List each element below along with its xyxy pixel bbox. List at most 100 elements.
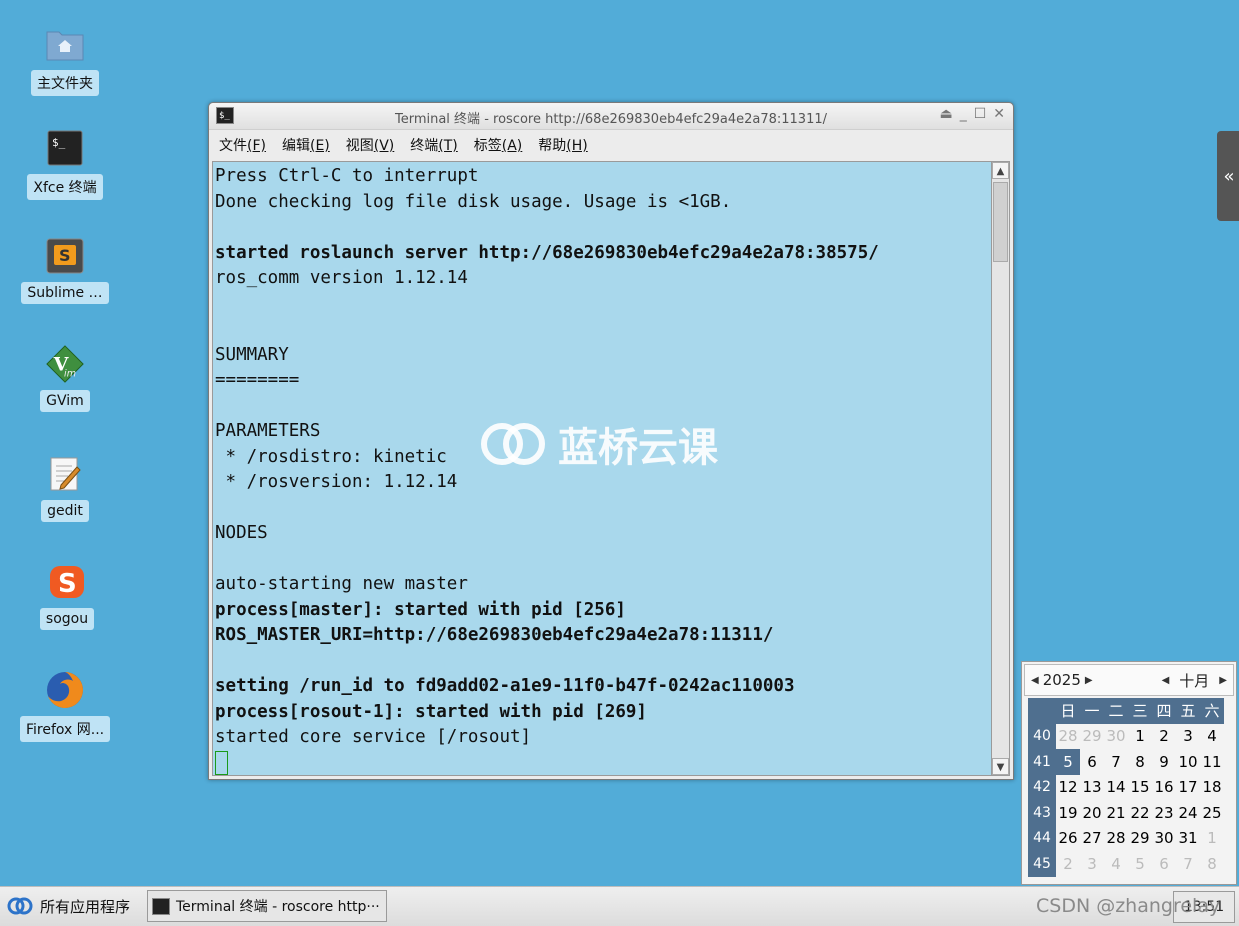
calendar-day[interactable]: 22 — [1128, 800, 1152, 826]
terminal-line: Press Ctrl-C to interrupt — [215, 166, 479, 186]
calendar-day[interactable]: 15 — [1128, 775, 1152, 801]
desktop-icon-sublime[interactable]: S Sublime … — [20, 236, 110, 304]
terminal-line: Done checking log file disk usage. Usage… — [215, 191, 732, 212]
calendar-day[interactable]: 1 — [1128, 724, 1152, 750]
prev-year-icon[interactable]: ◀ — [1031, 675, 1039, 686]
calendar-day[interactable]: 8 — [1200, 851, 1224, 877]
weekday-header: 三 — [1128, 698, 1152, 724]
terminal-line: ======== — [215, 370, 300, 390]
calendar-day[interactable]: 5 — [1128, 851, 1152, 877]
calendar-day[interactable]: 24 — [1176, 800, 1200, 826]
scrollbar-thumb[interactable] — [993, 182, 1008, 262]
menu-edit[interactable]: 编辑(E) — [282, 135, 330, 155]
calendar-day[interactable]: 26 — [1056, 826, 1080, 852]
calendar-day[interactable]: 31 — [1176, 826, 1200, 852]
desktop-icon-firefox[interactable]: Firefox 网... — [20, 670, 111, 742]
calendar-day[interactable]: 17 — [1176, 775, 1200, 801]
vim-icon: Vim — [45, 344, 85, 384]
terminal-line: started core service [/rosout] — [215, 727, 532, 747]
terminal-line: setting /run_id to fd9add02-a1e9-11f0-b4… — [215, 676, 795, 696]
terminal-line: ros_comm version 1.12.14 — [215, 268, 468, 288]
calendar-month: 十月 — [1179, 671, 1210, 690]
terminal-line: process[master]: started with pid [256] — [215, 599, 626, 620]
calendar-grid: 日一二三四五六 40 28 29 30 1 2 3 4 41 5 6 7 8 9 10 11 42 12 13 14 15… — [1028, 698, 1224, 877]
desktop-icon-sogou[interactable]: S sogou — [22, 562, 112, 630]
calendar-popup: ◀ 2025 ▶ ◀ 十月 ▶ 日一二三四五六 40 28 29 30 1 2 3 4 41 5 6 7… — [1021, 661, 1237, 885]
applications-menu-button[interactable]: 所有应用程序 — [6, 893, 130, 919]
desktop-icon-home[interactable]: 主文件夹 — [20, 24, 110, 96]
maximize-icon[interactable]: ☐ — [974, 106, 987, 122]
calendar-day[interactable]: 10 — [1176, 749, 1200, 775]
menu-tabs[interactable]: 标签(A) — [474, 135, 523, 155]
week-number-header — [1028, 698, 1056, 724]
vertical-scrollbar[interactable]: ▲ ▼ — [991, 161, 1010, 776]
desktop-icon-label: Sublime … — [21, 282, 109, 304]
calendar-day[interactable]: 21 — [1104, 800, 1128, 826]
calendar-day[interactable]: 27 — [1080, 826, 1104, 852]
calendar-day[interactable]: 4 — [1104, 851, 1128, 877]
terminal-line: process[rosout-1]: started with pid [269… — [215, 701, 647, 722]
calendar-day[interactable]: 8 — [1128, 749, 1152, 775]
desktop-icon-label: sogou — [39, 608, 95, 630]
calendar-day[interactable]: 2 — [1152, 724, 1176, 750]
side-panel-toggle[interactable]: « — [1217, 131, 1239, 221]
week-number: 41 — [1028, 749, 1056, 775]
menu-file[interactable]: 文件(F) — [219, 135, 266, 155]
calendar-day[interactable]: 19 — [1056, 800, 1080, 826]
calendar-day[interactable]: 9 — [1152, 749, 1176, 775]
calendar-day[interactable]: 11 — [1200, 749, 1224, 775]
calendar-day[interactable]: 28 — [1056, 724, 1080, 750]
calendar-day[interactable]: 25 — [1200, 800, 1224, 826]
desktop-icon-gvim[interactable]: Vim GVim — [20, 344, 110, 412]
calendar-day[interactable]: 29 — [1080, 724, 1104, 750]
calendar-day[interactable]: 16 — [1152, 775, 1176, 801]
calendar-day[interactable]: 14 — [1104, 775, 1128, 801]
scroll-up-icon[interactable]: ▲ — [992, 162, 1009, 179]
calendar-day[interactable]: 20 — [1080, 800, 1104, 826]
calendar-day[interactable]: 18 — [1200, 775, 1224, 801]
desktop-icon-gedit[interactable]: gedit — [20, 454, 110, 522]
calendar-day[interactable]: 7 — [1176, 851, 1200, 877]
calendar-day[interactable]: 3 — [1176, 724, 1200, 750]
calendar-day[interactable]: 12 — [1056, 775, 1080, 801]
lanqiao-logo-icon — [481, 423, 545, 465]
calendar-day[interactable]: 23 — [1152, 800, 1176, 826]
close-icon[interactable]: ✕ — [993, 106, 1005, 122]
terminal-cursor — [215, 750, 228, 775]
calendar-day-today[interactable]: 5 — [1056, 749, 1080, 775]
calendar-day[interactable]: 29 — [1128, 826, 1152, 852]
firefox-icon — [45, 670, 85, 710]
calendar-day[interactable]: 28 — [1104, 826, 1128, 852]
next-month-icon[interactable]: ▶ — [1219, 675, 1227, 686]
calendar-day[interactable]: 6 — [1080, 749, 1104, 775]
taskbar-item-terminal[interactable]: Terminal 终端 - roscore http··· — [147, 890, 387, 922]
minimize-icon[interactable]: _ — [960, 106, 967, 122]
menu-terminal[interactable]: 终端(T) — [410, 135, 457, 155]
prev-month-icon[interactable]: ◀ — [1162, 675, 1170, 686]
calendar-day[interactable]: 6 — [1152, 851, 1176, 877]
calendar-day[interactable]: 3 — [1080, 851, 1104, 877]
window-titlebar[interactable]: $_ Terminal 终端 - roscore http://68e26983… — [209, 103, 1013, 130]
shade-icon[interactable]: ⏏ — [939, 106, 952, 122]
desktop-icon-xfce-terminal[interactable]: $_ Xfce 终端 — [20, 128, 110, 200]
week-number: 40 — [1028, 723, 1056, 749]
menu-help[interactable]: 帮助(H) — [538, 135, 587, 155]
double-chevron-left-icon: « — [1223, 165, 1235, 187]
terminal-line: SUMMARY — [215, 344, 289, 365]
menu-view[interactable]: 视图(V) — [346, 135, 395, 155]
terminal-icon — [152, 897, 170, 915]
calendar-day[interactable]: 4 — [1200, 724, 1224, 750]
calendar-day[interactable]: 7 — [1104, 749, 1128, 775]
calendar-year: 2025 — [1042, 671, 1081, 689]
menu-bar: 文件(F) 编辑(E) 视图(V) 终端(T) 标签(A) 帮助(H) — [209, 130, 1013, 160]
next-year-icon[interactable]: ▶ — [1085, 675, 1093, 686]
calendar-day[interactable]: 30 — [1104, 724, 1128, 750]
calendar-day[interactable]: 1 — [1200, 826, 1224, 852]
calendar-day[interactable]: 13 — [1080, 775, 1104, 801]
calendar-day[interactable]: 30 — [1152, 826, 1176, 852]
weekday-header: 五 — [1176, 698, 1200, 724]
calendar-day[interactable]: 2 — [1056, 851, 1080, 877]
scroll-down-icon[interactable]: ▼ — [992, 758, 1009, 775]
